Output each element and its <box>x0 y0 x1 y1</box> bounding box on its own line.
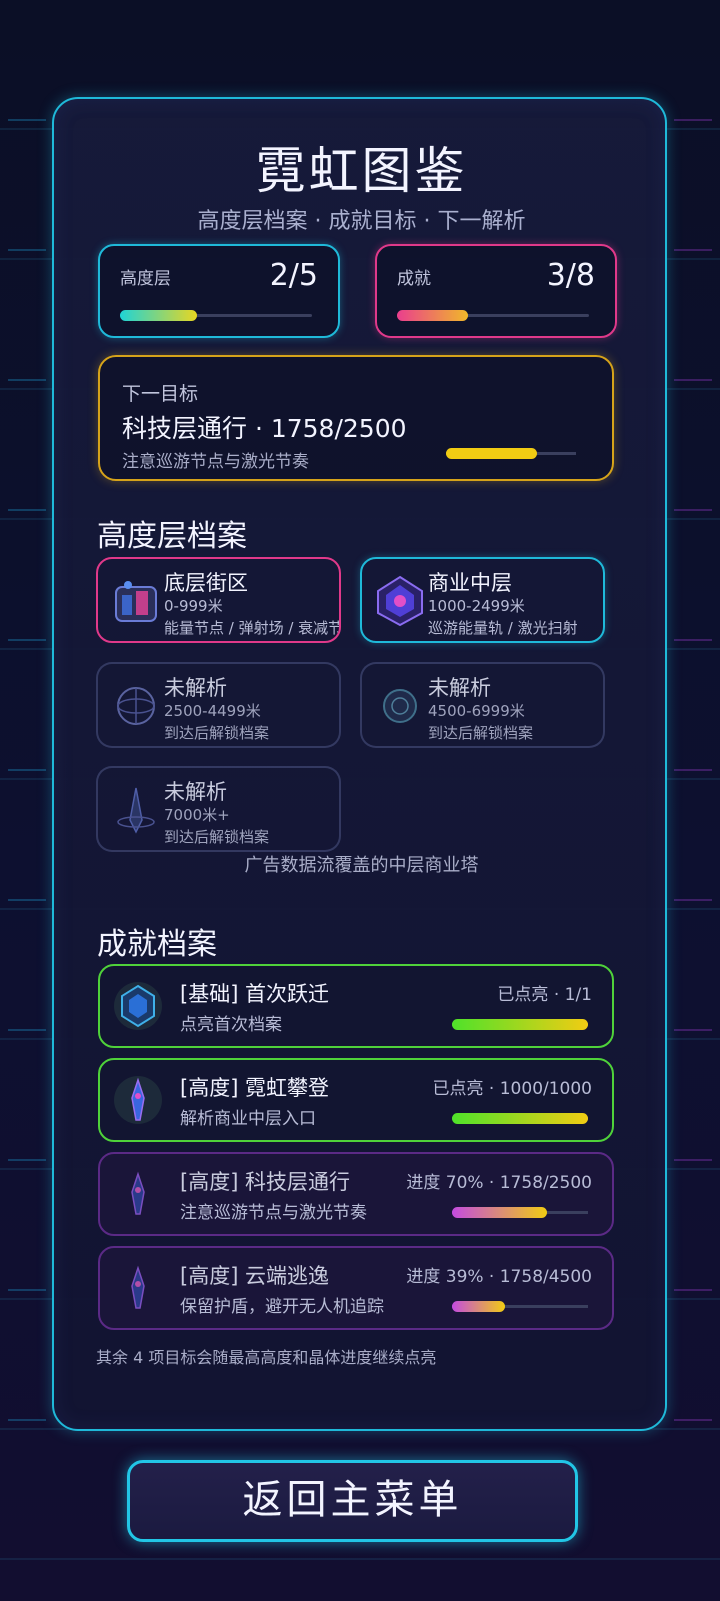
achievement-title: [高度] 云端逃逸 <box>180 1264 330 1288</box>
layers-progress-track <box>120 310 312 321</box>
layers-section-heading: 高度层档案 <box>97 519 247 554</box>
next-goal-name: 科技层通行 · 1758/2500 <box>122 414 407 443</box>
layer-desc: 巡游能量轨 / 激光扫射 <box>428 619 578 637</box>
achievement-desc: 解析商业中层入口 <box>180 1109 316 1129</box>
achievement-card[interactable]: [高度] 云端逃逸 保留护盾，避开无人机追踪 进度 39% · 1758/450… <box>98 1246 614 1330</box>
achievement-progress-track <box>452 1301 588 1312</box>
achievement-progress-fill <box>452 1019 588 1030</box>
achievement-card[interactable]: [基础] 首次跃迁 点亮首次档案 已点亮 · 1/1 <box>98 964 614 1048</box>
layer-range: 1000-2499米 <box>428 597 525 615</box>
locked-spire-icon <box>117 787 155 834</box>
street-district-icon <box>115 581 157 622</box>
next-goal-hint: 注意巡游节点与激光节奏 <box>122 452 309 472</box>
layer-name: 未解析 <box>164 676 227 700</box>
locked-sphere-icon <box>117 687 155 725</box>
layer-desc: 能量节点 / 弹射场 / 衰减节 <box>164 619 341 637</box>
layer-range: 2500-4499米 <box>164 702 261 720</box>
achievement-title: [基础] 首次跃迁 <box>180 982 330 1006</box>
achievement-desc: 点亮首次档案 <box>180 1015 282 1035</box>
layers-stat-card: 高度层 2/5 <box>98 244 340 338</box>
achievements-footnote: 其余 4 项目标会随最高高度和晶体进度继续点亮 <box>96 1348 437 1367</box>
achievement-status: 已点亮 · 1000/1000 <box>432 1079 592 1099</box>
achievement-progress-track <box>452 1207 588 1218</box>
layer-card-street[interactable]: 底层街区 0-999米 能量节点 / 弹射场 / 衰减节 <box>96 557 341 643</box>
achievement-desc: 保留护盾，避开无人机追踪 <box>180 1297 384 1317</box>
layers-caption: 广告数据流覆盖的中层商业塔 <box>244 855 479 876</box>
achievement-desc: 注意巡游节点与激光节奏 <box>180 1203 367 1223</box>
achievement-status: 进度 39% · 1758/4500 <box>406 1267 592 1287</box>
achievements-stat-card: 成就 3/8 <box>375 244 617 338</box>
achievement-title: [高度] 科技层通行 <box>180 1170 351 1194</box>
codex-panel: 霓虹图鉴 高度层档案 · 成就目标 · 下一解析 高度层 2/5 成就 3/8 … <box>52 97 667 1431</box>
layer-name: 未解析 <box>164 780 227 804</box>
rocket-badge-icon <box>131 1171 145 1215</box>
next-goal-heading: 下一目标 <box>122 383 199 405</box>
page-subtitle: 高度层档案 · 成就目标 · 下一解析 <box>197 209 526 234</box>
achievements-stat-label: 成就 <box>397 269 431 289</box>
next-goal-progress-fill <box>446 448 538 459</box>
achievement-card[interactable]: [高度] 霓虹攀登 解析商业中层入口 已点亮 · 1000/1000 <box>98 1058 614 1142</box>
achievement-title: [高度] 霓虹攀登 <box>180 1076 330 1100</box>
layer-range: 4500-6999米 <box>428 702 525 720</box>
achievement-progress-track <box>452 1019 588 1030</box>
achievement-status: 已点亮 · 1/1 <box>497 985 592 1005</box>
layer-card-locked-1[interactable]: 未解析 2500-4499米 到达后解锁档案 <box>96 662 341 748</box>
layer-desc: 到达后解锁档案 <box>164 828 270 846</box>
layers-progress-fill <box>120 310 197 321</box>
return-main-menu-button[interactable]: 返回主菜单 <box>127 1460 578 1542</box>
commercial-tower-icon <box>377 575 423 627</box>
next-goal-card: 下一目标 科技层通行 · 1758/2500 注意巡游节点与激光节奏 <box>98 355 614 481</box>
next-goal-progress-track <box>446 448 576 459</box>
rocket-badge-icon <box>131 1265 145 1309</box>
locked-cloud-icon <box>383 689 417 723</box>
page-title: 霓虹图鉴 <box>255 142 468 200</box>
layer-range: 7000米+ <box>164 806 230 824</box>
layer-desc: 到达后解锁档案 <box>428 724 534 742</box>
achievement-progress-fill <box>452 1113 588 1124</box>
layers-stat-value: 2/5 <box>269 258 318 293</box>
rocket-badge-icon <box>114 1076 162 1124</box>
layers-stat-label: 高度层 <box>120 269 171 289</box>
achievements-progress-fill <box>397 310 469 321</box>
achievements-progress-track <box>397 310 589 321</box>
layer-range: 0-999米 <box>164 597 223 615</box>
achievement-progress-fill <box>452 1301 506 1312</box>
hexagon-badge-icon <box>114 982 162 1030</box>
layer-name: 商业中层 <box>428 571 512 595</box>
achievement-status: 进度 70% · 1758/2500 <box>406 1173 592 1193</box>
layer-card-commercial[interactable]: 商业中层 1000-2499米 巡游能量轨 / 激光扫射 <box>360 557 605 643</box>
layer-name: 底层街区 <box>164 571 248 595</box>
achievements-section-heading: 成就档案 <box>97 927 217 962</box>
layer-desc: 到达后解锁档案 <box>164 724 270 742</box>
achievement-card[interactable]: [高度] 科技层通行 注意巡游节点与激光节奏 进度 70% · 1758/250… <box>98 1152 614 1236</box>
achievement-progress-fill <box>452 1207 548 1218</box>
achievement-progress-track <box>452 1113 588 1124</box>
layer-name: 未解析 <box>428 676 491 700</box>
achievements-stat-value: 3/8 <box>546 258 595 293</box>
layer-card-locked-2[interactable]: 未解析 4500-6999米 到达后解锁档案 <box>360 662 605 748</box>
layer-card-locked-3[interactable]: 未解析 7000米+ 到达后解锁档案 <box>96 766 341 852</box>
